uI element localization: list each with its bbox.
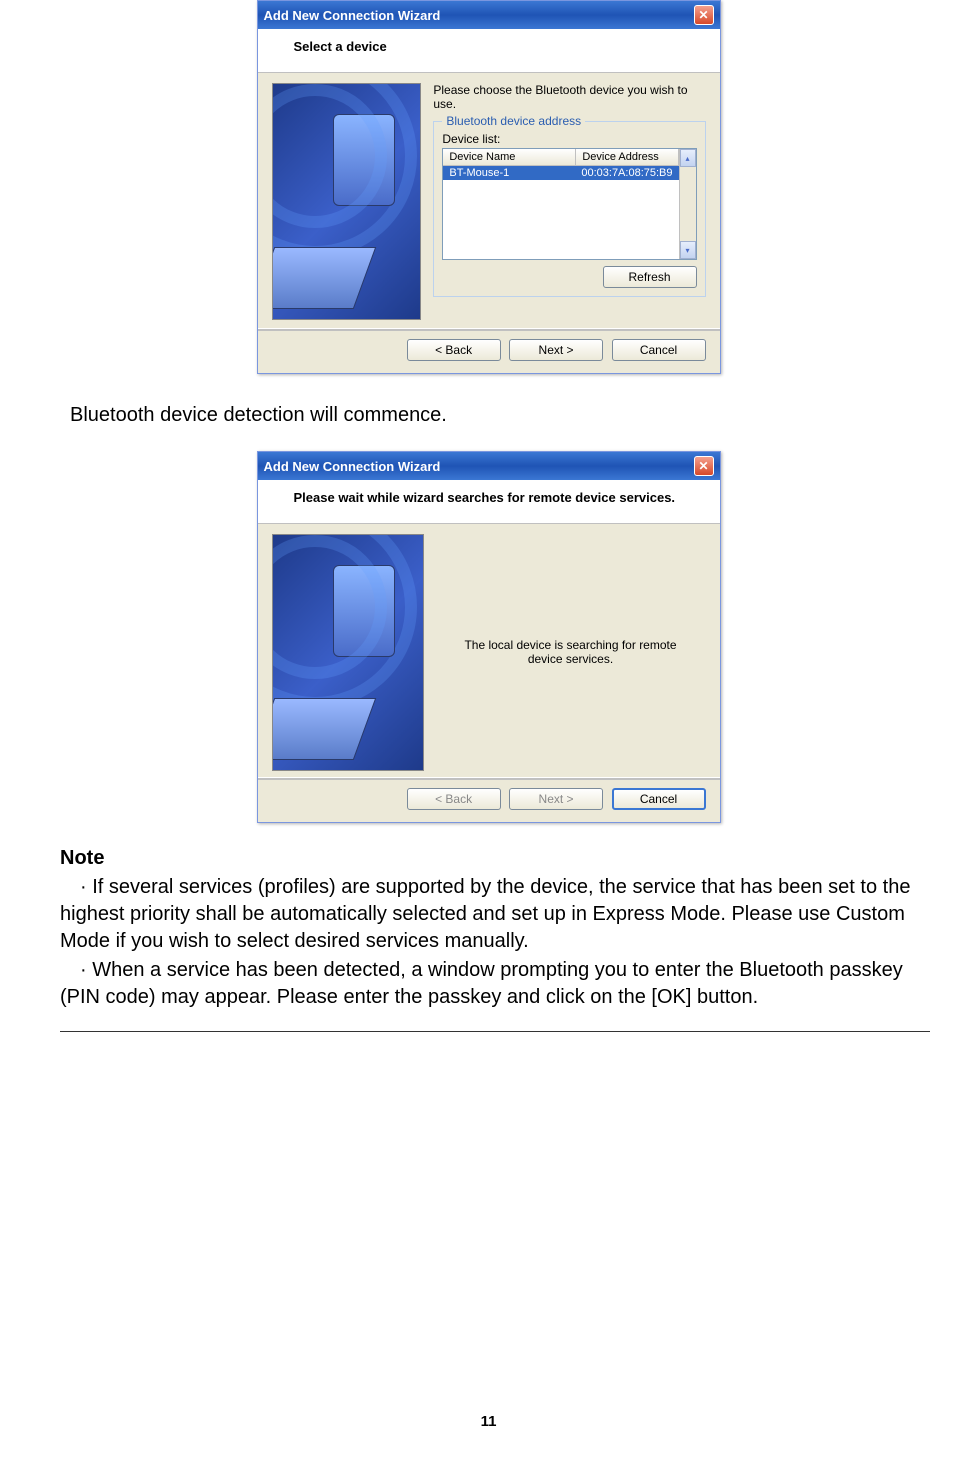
wizard-graphic — [272, 83, 422, 320]
note-heading: Note — [60, 845, 917, 872]
instruction-text: Please choose the Bluetooth device you w… — [433, 83, 705, 111]
column-device-name[interactable]: Device Name — [443, 149, 576, 165]
scrollbar[interactable]: ▴ ▾ — [679, 149, 696, 259]
note-paragraph-2: When a service has been detected, a wind… — [60, 959, 903, 1008]
device-listbox[interactable]: Device Name Device Address BT-Mouse-1 00… — [442, 148, 696, 260]
bullet-icon: · — [60, 876, 87, 898]
cell-device-address: 00:03:7A:08:75:B9 — [575, 166, 678, 180]
window-title: Add New Connection Wizard — [264, 459, 441, 474]
note-section: Note · If several services (profiles) ar… — [60, 845, 917, 1011]
wizard-footer: < Back Next > Cancel — [258, 779, 720, 822]
refresh-button[interactable]: Refresh — [603, 266, 697, 288]
back-button: < Back — [407, 788, 501, 810]
cancel-button[interactable]: Cancel — [612, 788, 706, 810]
scroll-up-icon[interactable]: ▴ — [680, 149, 696, 167]
wizard-header: Please wait while wizard searches for re… — [258, 480, 720, 524]
list-header: Device Name Device Address — [443, 149, 678, 166]
wizard-step-title: Select a device — [294, 39, 700, 54]
note-paragraph-1: If several services (profiles) are suppo… — [60, 876, 910, 952]
wizard-dialog-select-device: Add New Connection Wizard ✕ Select a dev… — [257, 0, 721, 374]
page-number: 11 — [0, 1413, 977, 1430]
close-icon[interactable]: ✕ — [694, 456, 714, 476]
searching-message: The local device is searching for remote… — [436, 534, 706, 769]
column-device-address[interactable]: Device Address — [576, 149, 678, 165]
scroll-down-icon[interactable]: ▾ — [680, 241, 696, 259]
next-button: Next > — [509, 788, 603, 810]
footer-rule — [60, 1031, 930, 1032]
paragraph-detection: Bluetooth device detection will commence… — [70, 404, 917, 427]
wizard-dialog-searching: Add New Connection Wizard ✕ Please wait … — [257, 451, 721, 823]
wizard-graphic — [272, 534, 424, 771]
next-button[interactable]: Next > — [509, 339, 603, 361]
wizard-header: Select a device — [258, 29, 720, 73]
window-title: Add New Connection Wizard — [264, 8, 441, 23]
wizard-step-title: Please wait while wizard searches for re… — [294, 490, 700, 505]
bullet-icon: · — [60, 959, 87, 981]
titlebar: Add New Connection Wizard ✕ — [258, 452, 720, 480]
cancel-button[interactable]: Cancel — [612, 339, 706, 361]
back-button[interactable]: < Back — [407, 339, 501, 361]
close-icon[interactable]: ✕ — [694, 5, 714, 25]
wizard-footer: < Back Next > Cancel — [258, 330, 720, 373]
fieldset-legend: Bluetooth device address — [442, 114, 585, 128]
device-row-selected[interactable]: BT-Mouse-1 00:03:7A:08:75:B9 — [443, 166, 678, 180]
titlebar: Add New Connection Wizard ✕ — [258, 1, 720, 29]
cell-device-name: BT-Mouse-1 — [443, 166, 575, 180]
device-address-fieldset: Bluetooth device address Device list: De… — [433, 121, 705, 297]
device-list-label: Device list: — [442, 132, 696, 146]
